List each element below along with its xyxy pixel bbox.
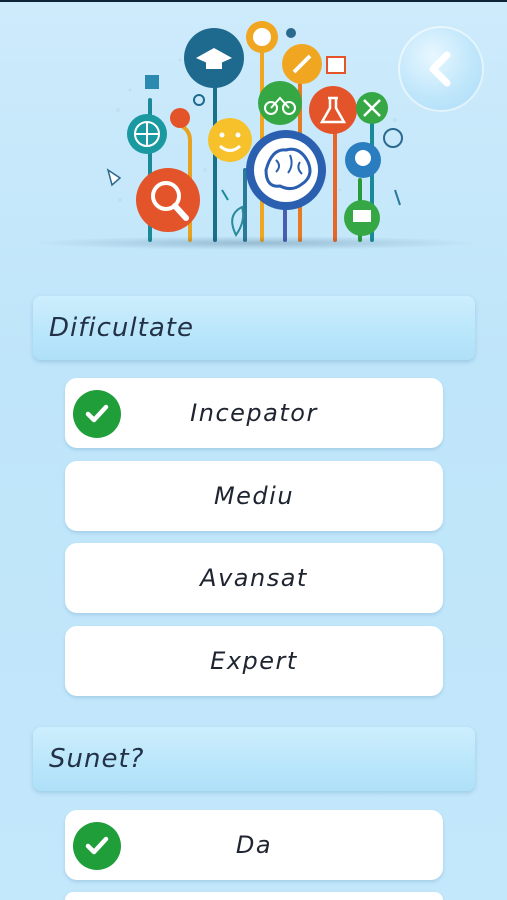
difficulty-option-avansat[interactable]: Avansat — [65, 543, 443, 613]
option-label: Avansat — [200, 564, 308, 592]
sound-option-da[interactable]: Da — [65, 810, 443, 880]
sound-title: Sunet? — [49, 744, 145, 774]
back-button[interactable] — [398, 26, 484, 112]
sound-option-partial[interactable] — [65, 892, 443, 900]
illustration-shadow — [30, 236, 480, 250]
difficulty-option-mediu[interactable]: Mediu — [65, 461, 443, 531]
difficulty-option-incepator[interactable]: Incepator — [65, 378, 443, 448]
difficulty-section-header: Dificultate — [33, 296, 475, 360]
option-label: Da — [235, 831, 273, 859]
option-label: Incepator — [190, 399, 318, 427]
difficulty-option-expert[interactable]: Expert — [65, 626, 443, 696]
option-label: Expert — [210, 647, 298, 675]
difficulty-title: Dificultate — [49, 313, 194, 343]
check-icon — [73, 390, 121, 438]
chevron-left-icon — [429, 51, 451, 87]
option-label: Mediu — [213, 482, 295, 510]
check-icon — [73, 822, 121, 870]
sound-section-header: Sunet? — [33, 727, 475, 791]
